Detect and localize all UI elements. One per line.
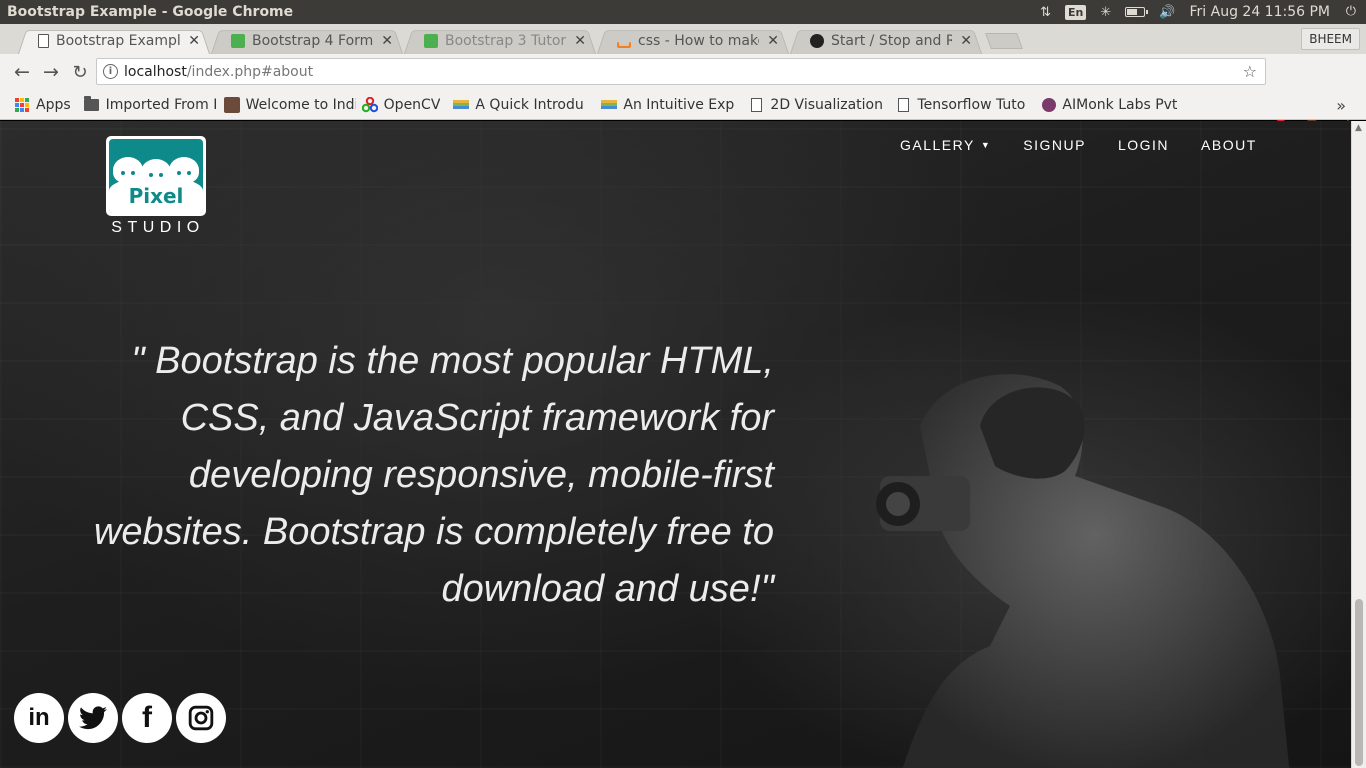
new-tab-button[interactable] — [985, 33, 1023, 49]
w3schools-icon — [424, 34, 438, 48]
clock[interactable]: Fri Aug 24 11:56 PM — [1190, 4, 1331, 20]
scroll-thumb[interactable] — [1355, 599, 1363, 766]
bookmark-opencv[interactable]: OpenCV — [361, 96, 441, 113]
bookmark-quick-intro[interactable]: A Quick Introdu — [453, 97, 588, 113]
nav-about[interactable]: ABOUT — [1185, 137, 1273, 153]
photographer-image — [876, 374, 1290, 768]
tab-bootstrap-3-tutorial[interactable]: Bootstrap 3 Tutorial ✕ — [404, 28, 596, 54]
nav-label: SIGNUP — [1023, 137, 1086, 153]
page-icon — [895, 97, 911, 113]
tab-css-how-to[interactable]: css - How to make a ✕ — [597, 28, 789, 54]
address-bar[interactable]: i localhost/index.php#about ☆ — [96, 58, 1266, 85]
caret-down-icon: ▼ — [980, 140, 992, 150]
power-icon[interactable]: ⏻ — [1346, 4, 1356, 19]
site-icon — [601, 100, 618, 109]
close-tab-icon[interactable]: ✕ — [381, 33, 393, 49]
close-tab-icon[interactable]: ✕ — [767, 33, 779, 49]
tab-title: Start / Stop and Res — [831, 33, 953, 49]
twitter-icon[interactable] — [68, 693, 118, 743]
close-tab-icon[interactable]: ✕ — [188, 33, 200, 49]
site-navigation: GALLERY ▼ SIGNUP LOGIN ABOUT — [884, 137, 1273, 153]
bookmark-label: A Quick Introdu — [475, 96, 584, 113]
browser-toolbar: ← → ↻ i localhost/index.php#about ☆ O ≡ … — [0, 54, 1366, 135]
url-path: /index.php#about — [186, 63, 314, 80]
bookmark-intuitive[interactable]: An Intuitive Expl — [601, 97, 735, 113]
tab-title: Bootstrap Example — [56, 33, 181, 49]
tab-title: css - How to make a — [638, 33, 759, 49]
bookmark-label: OpenCV — [383, 96, 441, 113]
opencv-icon — [361, 96, 378, 113]
instagram-icon[interactable] — [176, 693, 226, 743]
tab-bootstrap-example[interactable]: Bootstrap Example ✕ — [18, 28, 210, 54]
language-indicator[interactable]: En — [1065, 4, 1087, 20]
close-tab-icon[interactable]: ✕ — [960, 33, 972, 49]
page-icon — [748, 97, 764, 113]
bookmark-apps[interactable]: Apps — [14, 97, 71, 113]
page-viewport: Pixel STUDIO GALLERY ▼ SIGNUP LOGIN ABOUT… — [0, 121, 1351, 768]
site-icon — [223, 96, 240, 113]
info-icon[interactable]: i — [103, 64, 118, 79]
scroll-up-icon[interactable]: ▲ — [1355, 123, 1362, 133]
bookmark-label: Welcome to Indi — [245, 96, 356, 113]
bookmark-label: An Intuitive Expl — [623, 96, 736, 113]
bookmark-aimonk[interactable]: AIMonk Labs Pvt — [1042, 97, 1177, 113]
bookmark-2d-vis[interactable]: 2D Visualization — [748, 97, 882, 113]
nav-label: ABOUT — [1201, 137, 1257, 153]
bookmarks-bar: Apps Imported From F Welcome to Indi Ope… — [0, 90, 1366, 120]
reload-button[interactable]: ↻ — [66, 58, 94, 86]
logo-subtitle: STUDIO — [111, 219, 205, 236]
bookmark-welcome[interactable]: Welcome to Indi — [223, 96, 356, 113]
w3schools-icon — [231, 34, 245, 48]
network-transfer-icon[interactable]: ⇅ — [1040, 5, 1051, 20]
bluetooth-icon[interactable]: ✳ — [1100, 5, 1111, 20]
social-links: in f — [14, 693, 226, 743]
stackoverflow-icon — [617, 42, 631, 48]
back-button[interactable]: ← — [8, 58, 36, 86]
site-icon — [453, 100, 470, 109]
nav-gallery[interactable]: GALLERY ▼ — [884, 137, 1007, 153]
nav-label: LOGIN — [1117, 137, 1170, 153]
bookmark-star-icon[interactable]: ☆ — [1243, 62, 1257, 81]
site-logo[interactable]: Pixel STUDIO — [106, 136, 206, 237]
linkedin-icon[interactable]: in — [14, 693, 64, 743]
folder-icon — [84, 95, 100, 113]
tab-start-stop[interactable]: Start / Stop and Res ✕ — [790, 28, 982, 54]
profile-button[interactable]: BHEEM — [1301, 28, 1360, 50]
tab-title: Bootstrap 3 Tutorial — [445, 33, 567, 49]
bookmark-label: Imported From F — [105, 96, 216, 113]
forward-button[interactable]: → — [37, 58, 65, 86]
bookmark-label: AIMonk Labs Pvt — [1062, 96, 1178, 113]
aimonk-icon — [1042, 97, 1057, 112]
window-title: Bootstrap Example - Google Chrome — [7, 4, 294, 20]
os-top-panel: Bootstrap Example - Google Chrome ⇅ En ✳… — [0, 0, 1366, 24]
bookmark-imported[interactable]: Imported From F — [84, 95, 216, 113]
nav-signup[interactable]: SIGNUP — [1007, 137, 1102, 153]
logo-text: Pixel — [128, 184, 184, 208]
facebook-icon[interactable]: f — [122, 693, 172, 743]
page-scrollbar[interactable]: ▲ — [1351, 121, 1366, 768]
close-tab-icon[interactable]: ✕ — [574, 33, 586, 49]
battery-level — [1127, 9, 1138, 15]
bookmark-label: Apps — [36, 96, 71, 113]
bookmark-label: 2D Visualization — [770, 96, 883, 113]
url-host: localhost — [124, 63, 187, 80]
battery-icon[interactable] — [1125, 7, 1149, 17]
tab-title: Bootstrap 4 Forms — [252, 33, 374, 49]
more-bookmarks-icon[interactable]: » — [1336, 96, 1346, 115]
tab-strip: Bootstrap Example ✕ Bootstrap 4 Forms ✕ … — [0, 24, 1366, 54]
hero-quote: " Bootstrap is the most popular HTML, CS… — [93, 340, 774, 610]
tab-bootstrap-4-forms[interactable]: Bootstrap 4 Forms ✕ — [211, 28, 403, 54]
bookmark-label: Tensorflow Tuto — [917, 96, 1026, 113]
github-icon — [810, 34, 824, 48]
bookmark-tensorflow[interactable]: Tensorflow Tuto — [895, 97, 1029, 113]
volume-icon[interactable]: 🔊 — [1159, 5, 1175, 20]
logo-image: Pixel — [106, 136, 206, 216]
page-icon — [38, 34, 49, 48]
nav-login[interactable]: LOGIN — [1102, 137, 1185, 153]
nav-label: GALLERY — [900, 137, 975, 153]
apps-grid-icon — [14, 97, 30, 113]
